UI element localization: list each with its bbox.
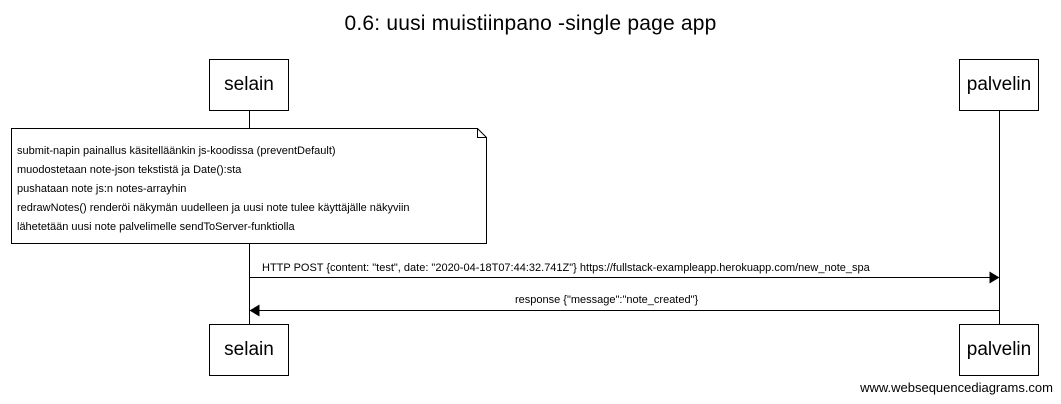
message-arrows	[249, 271, 1000, 317]
message-label-post: HTTP POST {content: "test", date: "2020-…	[262, 262, 870, 274]
participant-label: palvelin	[966, 339, 1032, 360]
arrowhead-left	[249, 304, 260, 317]
watermark-text: www.websequencediagrams.com	[860, 380, 1053, 395]
message-label-response: response {"message":"note_created"}	[515, 294, 699, 306]
arrowhead-right	[989, 271, 1000, 284]
participant-label: selain	[224, 339, 274, 360]
participant-selain-bottom: selain	[209, 324, 289, 376]
participant-palvelin-bottom: palvelin	[959, 324, 1039, 376]
